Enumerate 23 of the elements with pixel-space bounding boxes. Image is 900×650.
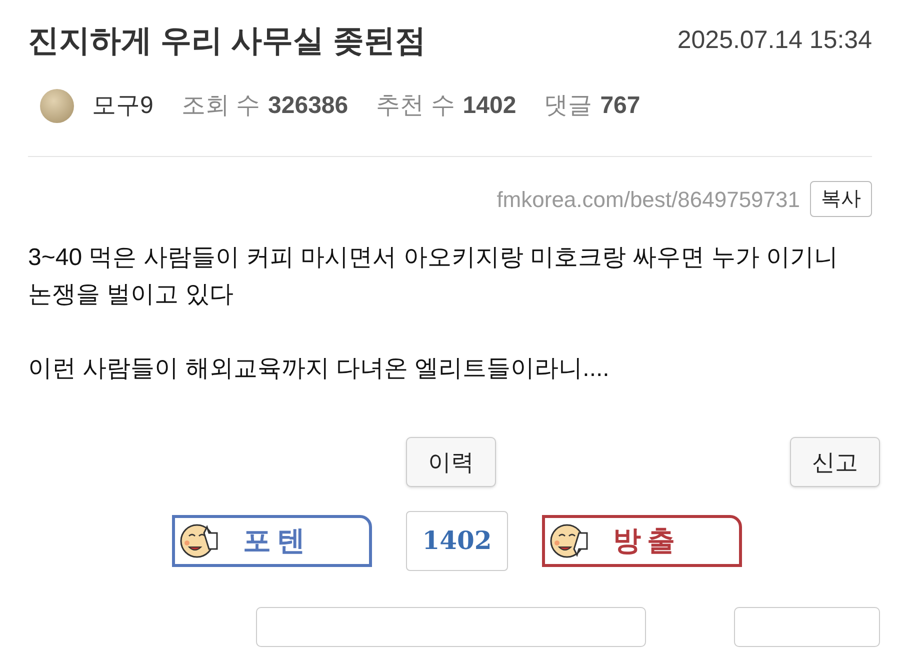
stat-value: 326386 <box>268 91 348 121</box>
stat-label: 조회 수 <box>181 91 260 121</box>
history-button[interactable]: 이력 <box>406 437 496 487</box>
post-date: 2025.07.14 15:34 <box>677 25 872 56</box>
post-title: 진지하게 우리 사무실 좆된점 <box>28 22 426 60</box>
vote-label: 방출 <box>613 524 681 558</box>
partial-field[interactable] <box>256 607 646 647</box>
copy-button[interactable]: 복사 <box>810 181 872 217</box>
stat-value: 1402 <box>462 91 516 121</box>
body-paragraph: 3~40 먹은 사람들이 커피 마시면서 아오키지랑 미호크랑 싸우면 누가 이기니 논쟁을 벌이고 있다 <box>28 243 840 310</box>
partial-button[interactable] <box>734 607 880 647</box>
stat-label: 댓글 <box>544 91 592 121</box>
report-button[interactable]: 신고 <box>790 437 880 487</box>
post-url: fmkorea.com/best/8649759731 <box>496 186 800 214</box>
upvote-button[interactable]: 포텐 <box>172 515 372 567</box>
author-name: 모구9 <box>92 91 154 121</box>
downvote-button[interactable]: 방출 <box>542 515 742 567</box>
body-paragraph: 이런 사람들이 해외교육까지 다녀온 엘리트들이라니.... <box>28 354 610 384</box>
vote-label: 포텐 <box>243 524 311 558</box>
stat-label: 추천 수 <box>376 91 455 121</box>
avatar <box>40 89 74 123</box>
stat-value: 767 <box>600 91 640 121</box>
vote-count: 1402 <box>406 511 508 571</box>
